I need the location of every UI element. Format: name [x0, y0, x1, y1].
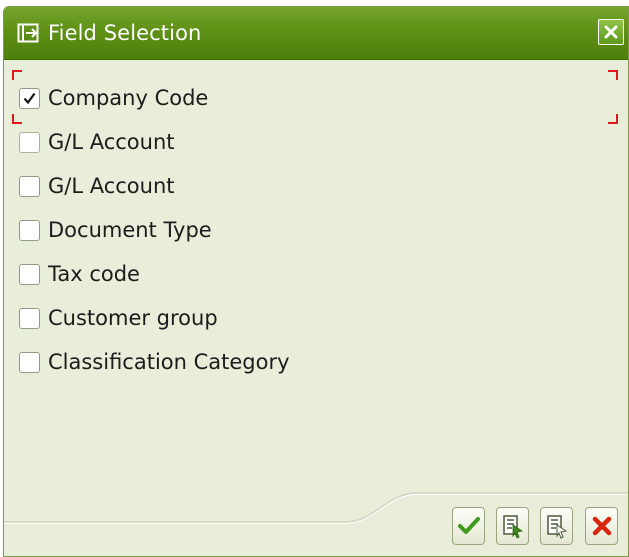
checkbox-label: Document Type: [48, 218, 212, 242]
checkbox-label: Classification Category: [48, 350, 290, 374]
dialog-content: Company Code G/L Account G/L Account Doc…: [4, 60, 628, 556]
checkbox-label: Company Code: [48, 86, 209, 110]
deselect-all-icon: [547, 515, 568, 539]
deselect-all-button[interactable]: [540, 507, 573, 545]
confirm-button[interactable]: [452, 507, 485, 545]
checkbox[interactable]: [19, 308, 40, 329]
close-icon: [604, 25, 618, 39]
title-bar[interactable]: Field Selection: [4, 7, 628, 60]
checkbox-label: Tax code: [48, 262, 140, 286]
checkbox[interactable]: [19, 176, 40, 197]
cancel-x-icon: [592, 516, 612, 536]
checkmark-icon: [23, 92, 36, 105]
dialog-title: Field Selection: [48, 21, 202, 45]
field-selection-dialog: Field Selection Company Code G/L Account: [3, 6, 629, 557]
dialog-window-icon: [17, 22, 39, 44]
checkmark-icon: [458, 517, 480, 534]
checkbox[interactable]: [19, 264, 40, 285]
select-all-button[interactable]: [496, 507, 529, 545]
focus-indicator: [12, 70, 22, 80]
focus-indicator: [608, 70, 618, 80]
close-button[interactable]: [598, 19, 624, 45]
checkbox[interactable]: [19, 220, 40, 241]
checkbox-label: Customer group: [48, 306, 218, 330]
checkbox[interactable]: [19, 88, 40, 109]
checkbox-label: G/L Account: [48, 130, 175, 154]
focus-indicator: [608, 114, 618, 124]
footer-divider: [4, 492, 628, 524]
focus-indicator: [12, 114, 22, 124]
cancel-button[interactable]: [585, 507, 618, 545]
checkbox[interactable]: [19, 352, 40, 373]
checkbox[interactable]: [19, 132, 40, 153]
checkbox-label: G/L Account: [48, 174, 175, 198]
select-all-icon: [503, 515, 524, 539]
